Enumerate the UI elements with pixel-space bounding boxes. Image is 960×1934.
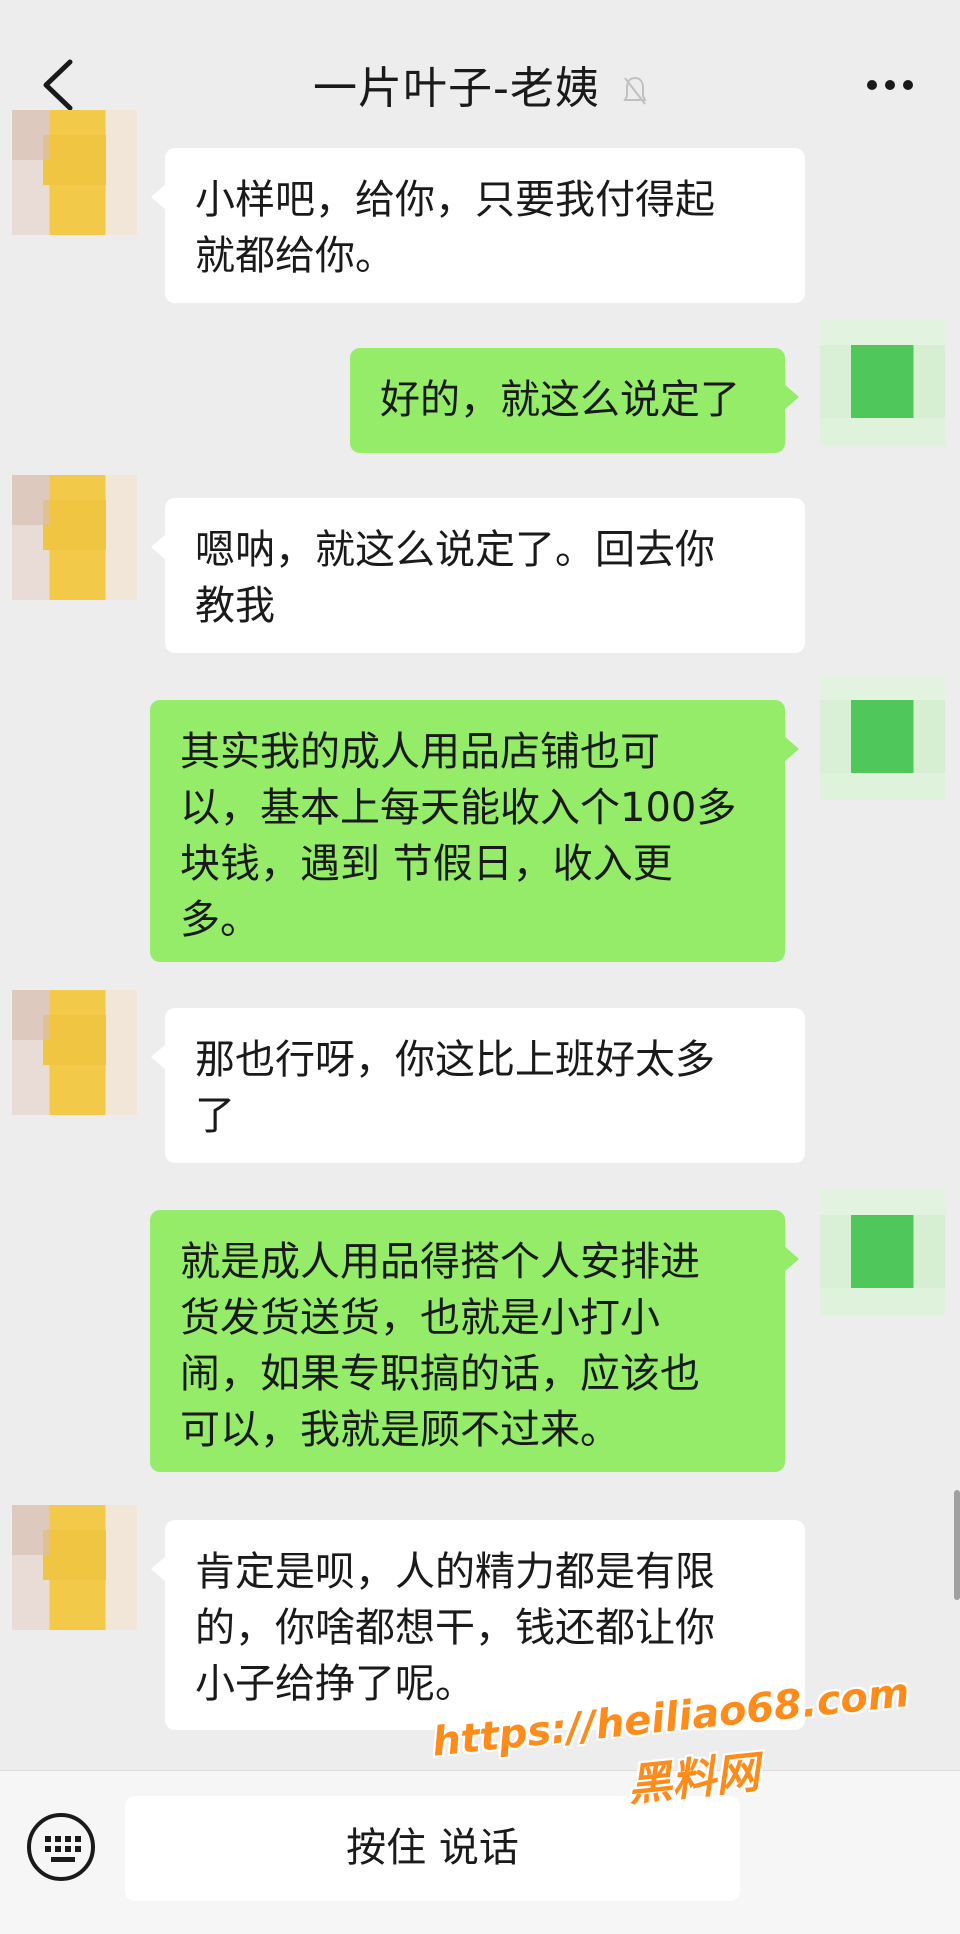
scrollbar[interactable] [954, 1490, 960, 1600]
outgoing-message[interactable]: 就是成人用品得搭个人安排进 货发货送货，也就是小打小 闹，如果专职搞的话，应该也… [150, 1210, 799, 1472]
incoming-message[interactable]: 嗯呐，就这么说定了。回去你 教我 [151, 498, 805, 653]
outgoing-message[interactable]: 其实我的成人用品店铺也可 以，基本上每天能收入个100多 块钱，遇到 节假日，收… [150, 700, 799, 962]
chat-area[interactable]: 小样吧，给你，只要我付得起 就都给你。 好的，就这么说定了 嗯呐，就这么说定了。… [0, 0, 960, 1933]
contact-avatar[interactable] [12, 110, 137, 235]
contact-avatar[interactable] [12, 990, 137, 1115]
outgoing-message[interactable]: 好的，就这么说定了 [350, 348, 799, 453]
my-avatar[interactable] [820, 1190, 945, 1315]
my-avatar[interactable] [820, 675, 945, 800]
contact-avatar[interactable] [12, 475, 137, 600]
keyboard-icon[interactable] [25, 1811, 97, 1883]
contact-avatar[interactable] [12, 1505, 137, 1630]
incoming-message[interactable]: 小样吧，给你，只要我付得起 就都给你。 [151, 148, 805, 303]
my-avatar[interactable] [820, 320, 945, 445]
incoming-message[interactable]: 那也行呀，你这比上班好太多 了 [151, 1008, 805, 1163]
